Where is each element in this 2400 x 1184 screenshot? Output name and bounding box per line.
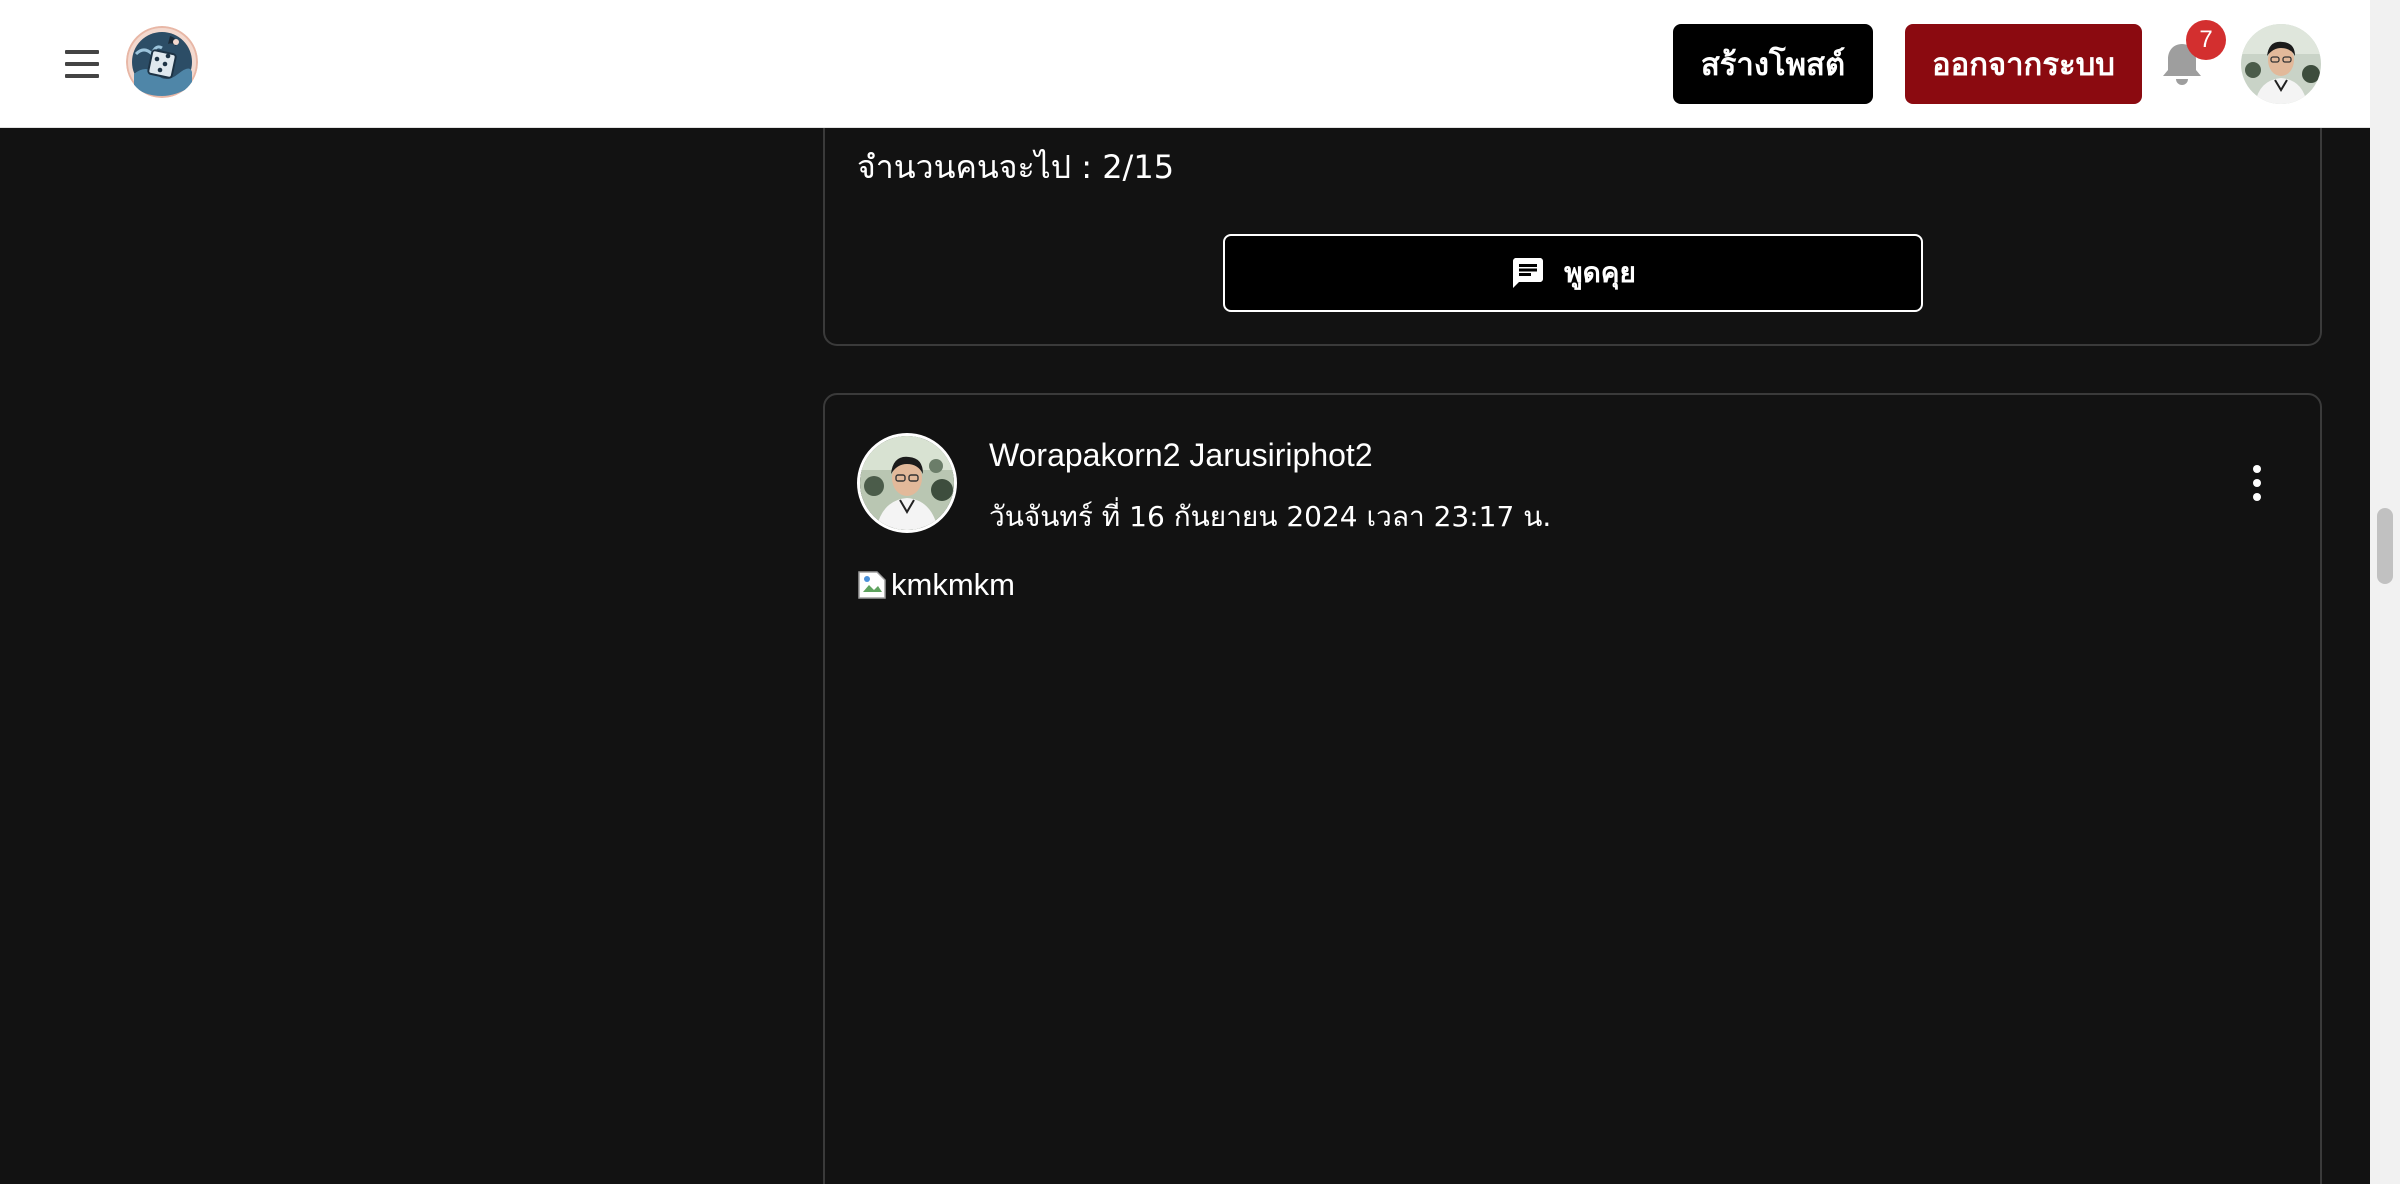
notification-badge: 7 [2186,20,2226,60]
chat-button-label: พูดคุย [1564,256,1636,289]
post-timestamp: วันจันทร์ ที่ 16 กันยายน 2024 เวลา 23:17… [989,500,1552,533]
author-avatar[interactable] [857,433,957,533]
dice-logo-icon[interactable] [126,26,198,98]
chat-bubble-icon [1513,258,1544,288]
top-navbar: สร้างโพสต์ ออกจากระบบ 7 [0,0,2370,128]
scrollbar-thumb[interactable] [2377,508,2393,584]
more-vertical-icon[interactable] [2245,465,2269,505]
post-image-alt-text: kmkmkm [891,567,1015,602]
post-card: Worapakorn2 Jarusiriphot2 วันจันทร์ ที่ … [823,393,2322,1184]
create-post-button[interactable]: สร้างโพสต์ [1673,24,1873,104]
post-author-name[interactable]: Worapakorn2 Jarusiriphot2 [989,437,1373,474]
broken-image-icon [857,570,887,600]
post-image-broken: kmkmkm [857,567,1015,603]
hamburger-menu-icon[interactable] [62,44,102,84]
logout-button[interactable]: ออกจากระบบ [1905,24,2142,104]
chat-button[interactable]: พูดคุย [1223,234,1923,312]
user-avatar[interactable] [2241,24,2321,104]
people-going-count: จำนวนคนจะไป : 2/15 [857,148,1175,186]
app-viewport: สร้างโพสต์ ออกจากระบบ 7 จำนวนคนจะไป: 2/… [0,0,2370,1184]
page-scrollbar[interactable] [2370,0,2400,1184]
